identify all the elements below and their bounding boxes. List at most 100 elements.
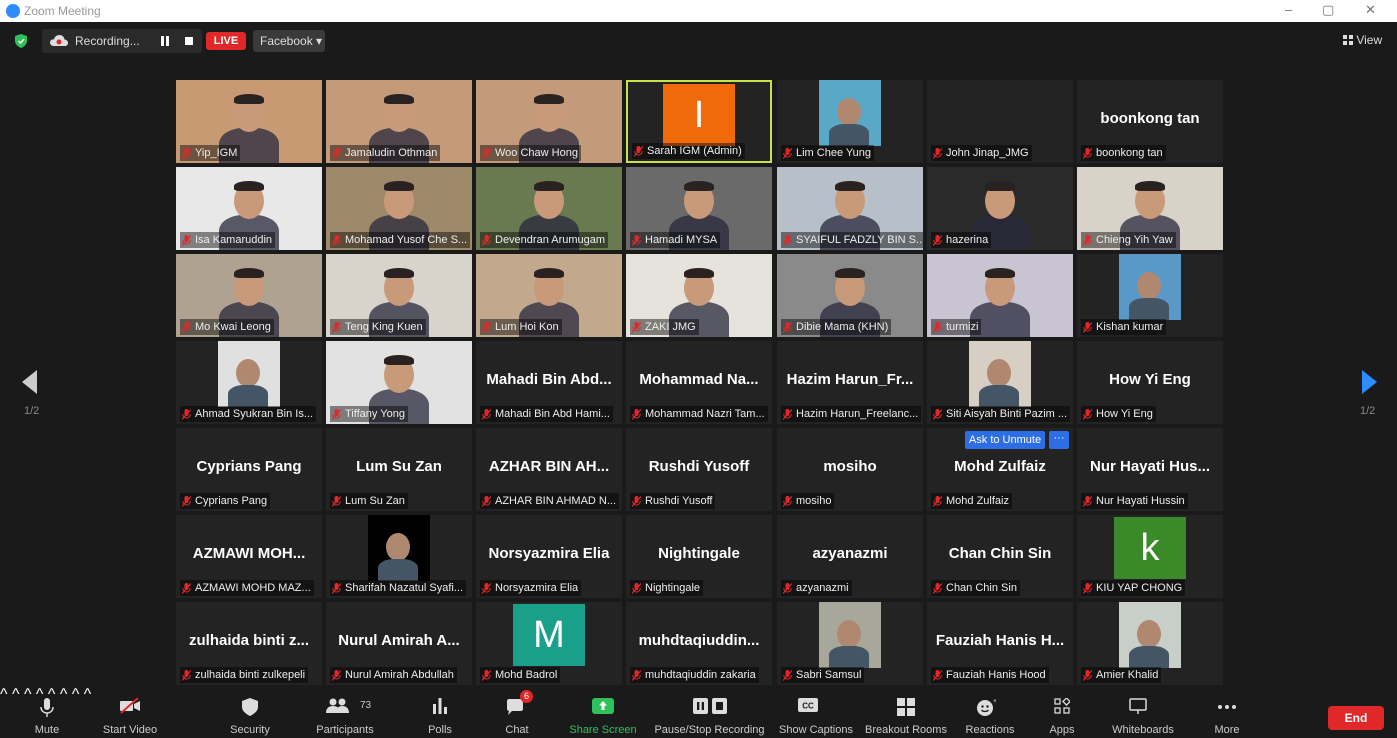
participant-tile[interactable]: Mo Kwai Leong	[176, 254, 322, 337]
participant-tile[interactable]: Ahmad Syukran Bin Is...	[176, 341, 322, 424]
participant-tile[interactable]: Rushdi Yusoff Rushdi Yusoff	[626, 428, 772, 511]
participant-tile[interactable]: Sharifah Nazatul Syafi...	[326, 515, 472, 598]
participant-tile[interactable]: Woo Chaw Hong	[476, 80, 622, 163]
muted-mic-icon	[783, 147, 792, 159]
participant-tile[interactable]: Jamaludin Othman	[326, 80, 472, 163]
participant-tile[interactable]: muhdtaqiuddin... muhdtaqiuddin zakaria	[626, 602, 772, 685]
participant-tile[interactable]: Mohammad Na... Mohammad Nazri Tam...	[626, 341, 772, 424]
participant-tile[interactable]: Cyprians Pang Cyprians Pang	[176, 428, 322, 511]
participant-tile[interactable]: Lum Hoi Kon	[476, 254, 622, 337]
participant-tile[interactable]: Fauziah Hanis H... Fauziah Hanis Hood	[927, 602, 1073, 685]
muted-mic-icon	[1083, 321, 1092, 333]
reactions-label: Reactions	[965, 724, 1015, 736]
apps-chevron-icon[interactable]: ^	[72, 686, 80, 703]
participants-button[interactable]: 73 Participants	[310, 686, 380, 738]
show-captions-button[interactable]: CC Show Captions	[778, 686, 854, 738]
participant-tile[interactable]: ZAKI JMG	[626, 254, 772, 337]
mute-button[interactable]: Mute	[22, 686, 72, 738]
participant-tile[interactable]: Dibie Mama (KHN)	[777, 254, 923, 337]
minimize-button[interactable]: –	[1285, 2, 1292, 17]
participant-tile[interactable]: Yip_IGM	[176, 80, 322, 163]
participants-chevron-icon[interactable]: ^	[12, 686, 20, 703]
participant-tile[interactable]: Siti Aisyah Binti Pazim ...	[927, 341, 1073, 424]
security-button[interactable]: Security	[220, 686, 280, 738]
participant-tile[interactable]: SYAIFUL FADZLY BIN S...	[777, 167, 923, 250]
apps-label: Apps	[1049, 724, 1075, 736]
whiteboards-button[interactable]: Whiteboards	[1108, 686, 1178, 738]
participant-tile[interactable]: Chieng Yih Yaw	[1077, 167, 1223, 250]
participant-name: azyanazmi	[796, 582, 849, 594]
participant-tile[interactable]: Nightingale Nightingale	[626, 515, 772, 598]
participant-tile[interactable]: M Mohd Badrol	[476, 602, 622, 685]
pause-stop-recording-button[interactable]: Pause/Stop Recording	[652, 686, 767, 738]
participant-tile[interactable]: Teng King Kuen	[326, 254, 472, 337]
muted-mic-icon	[182, 234, 191, 246]
participant-tile[interactable]: Devendran Arumugam	[476, 167, 622, 250]
participant-tile[interactable]: k KIU YAP CHONG	[1077, 515, 1223, 598]
participant-tile[interactable]: Lum Su Zan Lum Su Zan	[326, 428, 472, 511]
participant-tile[interactable]: Mohamad Yusof Che S...	[326, 167, 472, 250]
participant-tile[interactable]: Nurul Amirah A... Nurul Amirah Abdullah	[326, 602, 472, 685]
muted-mic-icon	[332, 495, 341, 507]
participant-name-label: Nightingale	[630, 580, 704, 596]
muted-mic-icon	[783, 408, 792, 420]
participant-tile[interactable]: mosiho mosiho	[777, 428, 923, 511]
participant-tile[interactable]: Mahadi Bin Abd... Mahadi Bin Abd Hami...	[476, 341, 622, 424]
participant-tile[interactable]: Kishan kumar	[1077, 254, 1223, 337]
participant-tile[interactable]: Lim Chee Yung	[777, 80, 923, 163]
participant-tile[interactable]: I Sarah IGM (Admin)	[626, 80, 772, 163]
participant-more-button[interactable]: ···	[1049, 431, 1069, 449]
participant-display-name: Lum Su Zan	[356, 458, 442, 475]
end-meeting-button[interactable]: End	[1328, 706, 1384, 730]
participant-tile[interactable]: Sabri Samsul	[777, 602, 923, 685]
encryption-shield-icon[interactable]	[15, 34, 27, 48]
participant-display-name: Chan Chin Sin	[948, 545, 1052, 562]
participant-tile[interactable]: How Yi Eng How Yi Eng	[1077, 341, 1223, 424]
participant-tile[interactable]: Amier Khalid	[1077, 602, 1223, 685]
stop-recording-icon[interactable]	[185, 37, 193, 45]
participant-display-name: Hazim Harun_Fr...	[786, 371, 914, 388]
participant-tile[interactable]: AZHAR BIN AH... AZHAR BIN AHMAD N...	[476, 428, 622, 511]
audio-options-chevron-icon[interactable]: ^	[0, 686, 8, 703]
apps-button[interactable]: Apps	[1040, 686, 1084, 738]
close-window-button[interactable]: ✕	[1365, 2, 1376, 18]
view-button[interactable]: View	[1343, 33, 1382, 47]
participant-tile[interactable]: Isa Kamaruddin	[176, 167, 322, 250]
muted-mic-icon	[933, 234, 942, 246]
start-video-button[interactable]: Start Video	[95, 686, 165, 738]
participant-tile[interactable]: John Jinap_JMG	[927, 80, 1073, 163]
participant-name-label: Kishan kumar	[1081, 319, 1167, 335]
participant-name: John Jinap_JMG	[946, 147, 1029, 159]
participant-tile[interactable]: zulhaida binti z... zulhaida binti zulkep…	[176, 602, 322, 685]
share-screen-button[interactable]: Share Screen	[568, 686, 638, 738]
breakout-rooms-button[interactable]: Breakout Rooms	[863, 686, 949, 738]
muted-mic-icon	[933, 669, 942, 681]
participant-tile[interactable]: hazerina	[927, 167, 1073, 250]
previous-page-arrow-icon[interactable]	[22, 370, 37, 394]
participant-tile[interactable]: Hazim Harun_Fr... Hazim Harun_Freelanc...	[777, 341, 923, 424]
live-badge[interactable]: LIVE	[206, 32, 246, 50]
participant-tile[interactable]: Tiffany Yong	[326, 341, 472, 424]
participant-name-label: AZHAR BIN AHMAD N...	[480, 493, 620, 509]
whiteboards-chevron-icon[interactable]: ^	[84, 686, 92, 703]
participant-tile[interactable]: boonkong tan boonkong tan	[1077, 80, 1223, 163]
chat-button[interactable]: 6 Chat	[492, 686, 542, 738]
participant-tile[interactable]: turmizi	[927, 254, 1073, 337]
reactions-button[interactable]: + Reactions	[962, 686, 1018, 738]
pause-recording-icon[interactable]	[160, 36, 170, 46]
participant-name: Mohd Badrol	[495, 669, 558, 681]
participant-name-label: Dibie Mama (KHN)	[781, 319, 892, 335]
participant-tile[interactable]: AZMAWI MOH... AZMAWI MOHD MAZ...	[176, 515, 322, 598]
participant-tile[interactable]: azyanazmi azyanazmi	[777, 515, 923, 598]
more-button[interactable]: More	[1205, 686, 1249, 738]
maximize-button[interactable]: ▢	[1322, 2, 1334, 18]
ask-to-unmute-button[interactable]: Ask to Unmute	[965, 431, 1045, 449]
polls-button[interactable]: Polls	[415, 686, 465, 738]
participant-tile[interactable]: Norsyazmira Elia Norsyazmira Elia	[476, 515, 622, 598]
participant-tile[interactable]: Hamadi MYSA	[626, 167, 772, 250]
participant-tile[interactable]: Chan Chin Sin Chan Chin Sin	[927, 515, 1073, 598]
avatar-letter: k	[1114, 517, 1186, 579]
stream-target-dropdown[interactable]: Facebook ▾	[253, 30, 325, 52]
participant-tile[interactable]: Nur Hayati Hus... Nur Hayati Hussin	[1077, 428, 1223, 511]
next-page-arrow-icon[interactable]	[1362, 370, 1377, 394]
